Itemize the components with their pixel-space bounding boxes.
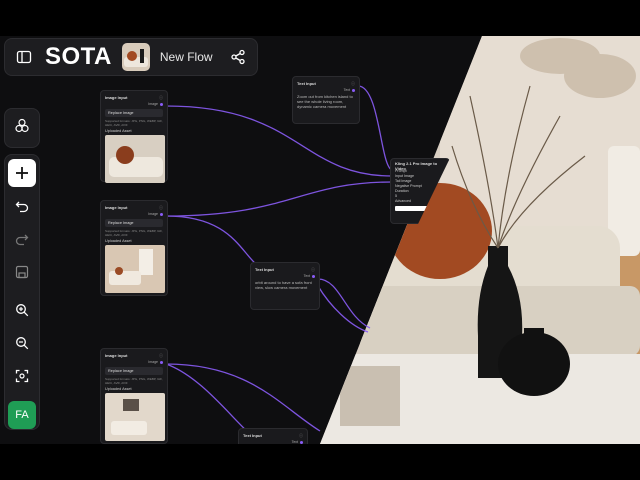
info-icon: ⓘ <box>351 80 355 86</box>
uploaded-asset-label: Uploaded Asset <box>105 239 132 243</box>
uploaded-image <box>105 135 165 183</box>
output-port[interactable] <box>160 102 163 106</box>
info-icon: ⓘ <box>299 432 303 438</box>
letterbox-bottom <box>0 444 640 480</box>
node-title: Text Input <box>243 433 262 438</box>
uploaded-asset-label: Uploaded Asset <box>105 129 132 133</box>
text-input-node[interactable]: Text Input ⓘ Text orbit around to have a … <box>250 262 320 310</box>
output-port[interactable] <box>352 88 355 92</box>
left-toolbar: FA <box>4 154 40 430</box>
flow-canvas[interactable]: Image Input ⓘ Image Replace Image Support… <box>0 36 640 444</box>
info-icon: ⓘ <box>311 266 315 272</box>
text-input-node[interactable]: Text Input ⓘ Text <box>238 428 308 444</box>
fit-view-icon <box>15 370 29 383</box>
user-avatar[interactable]: FA <box>8 401 36 429</box>
info-icon: ⓘ <box>159 204 163 210</box>
info-icon: ⓘ <box>159 94 163 100</box>
save-button[interactable] <box>8 258 36 286</box>
uploaded-image <box>105 245 165 293</box>
image-input-node[interactable]: Image Input ⓘ Image Replace Image Support… <box>100 348 168 444</box>
node-title: Image Input <box>105 95 128 100</box>
supported-formats: Supported formats: JPG, PNG, WEBP, GIF, … <box>105 377 163 385</box>
flow-thumbnail <box>121 43 150 71</box>
share-icon[interactable] <box>227 46 249 68</box>
zoom-in-button[interactable] <box>8 297 36 325</box>
prompt-text[interactable]: orbit around to have a sofa front view, … <box>255 280 315 290</box>
zoom-out-button[interactable] <box>8 329 36 357</box>
plus-icon <box>16 166 28 179</box>
app-logo: SOTA <box>45 43 112 70</box>
uploaded-asset-label: Uploaded Asset <box>105 387 132 391</box>
flow-title[interactable]: New Flow <box>160 50 217 64</box>
nodes-icon <box>14 118 30 139</box>
replace-image-button[interactable]: Replace Image <box>105 219 163 227</box>
supported-formats: Supported formats: JPG, PNG, WEBP, GIF, … <box>105 229 163 237</box>
output-port[interactable] <box>312 274 315 278</box>
undo-button[interactable] <box>8 192 36 220</box>
node-library-button[interactable] <box>4 108 40 148</box>
output-port-label: Image <box>148 360 158 364</box>
image-input-node[interactable]: Image Input ⓘ Image Replace Image Support… <box>100 90 168 183</box>
save-icon <box>15 265 29 278</box>
node-title: Text Input <box>297 81 316 86</box>
undo-icon <box>15 201 29 212</box>
output-port[interactable] <box>160 360 163 364</box>
fit-view-button[interactable] <box>8 362 36 390</box>
redo-button[interactable] <box>8 225 36 253</box>
supported-formats: Supported formats: JPG, PNG, WEBP, GIF, … <box>105 119 163 127</box>
node-title: Image Input <box>105 353 128 358</box>
prompt-text[interactable]: Zoom out from kitchen island to see the … <box>297 94 355 109</box>
add-node-button[interactable] <box>8 159 36 187</box>
output-port-label: Text <box>303 274 310 278</box>
zoom-out-icon <box>16 337 29 350</box>
replace-image-button[interactable]: Replace Image <box>105 109 163 117</box>
redo-icon <box>15 234 29 245</box>
image-input-node[interactable]: Image Input ⓘ Image Replace Image Support… <box>100 200 168 296</box>
node-title: Text Input <box>255 267 274 272</box>
output-port-label: Image <box>148 102 158 106</box>
info-icon: ⓘ <box>159 352 163 358</box>
zoom-in-icon <box>16 304 29 317</box>
replace-image-button[interactable]: Replace Image <box>105 367 163 375</box>
app-header: SOTA New Flow <box>4 38 258 76</box>
sidebar-toggle-icon[interactable] <box>13 46 35 68</box>
output-port-label: Image <box>148 212 158 216</box>
output-port-label: Text <box>343 88 350 92</box>
uploaded-image <box>105 393 165 441</box>
output-port[interactable] <box>160 212 163 216</box>
text-input-node[interactable]: Text Input ⓘ Text Zoom out from kitchen i… <box>292 76 360 124</box>
node-title: Image Input <box>105 205 128 210</box>
